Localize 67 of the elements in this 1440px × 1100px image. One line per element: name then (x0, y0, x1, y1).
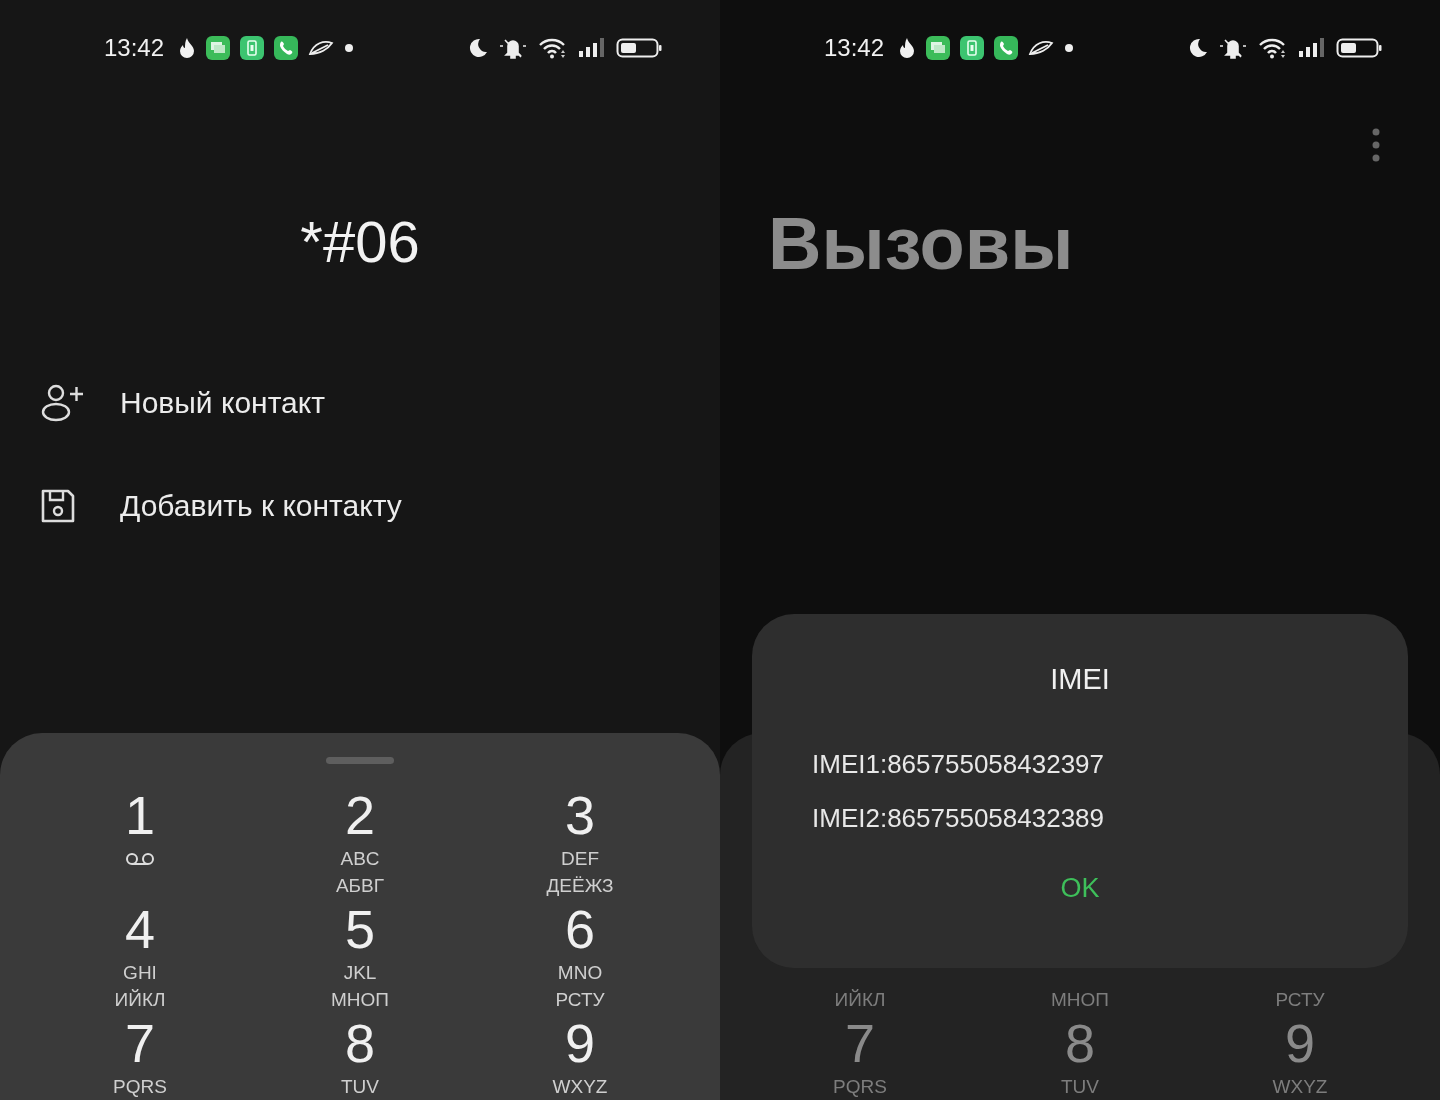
key-letters: DEF (561, 847, 599, 871)
battery-app-icon (960, 36, 985, 60)
key-letters: MNO (557, 961, 603, 985)
key-digit: 9 (1284, 1013, 1315, 1073)
key-letters: ABC (340, 847, 380, 871)
key-letters: ИЙКЛ (834, 988, 886, 1012)
clock-time: 13:42 (824, 34, 885, 62)
dialog-title: IMEI (1050, 662, 1110, 697)
moon-icon (1188, 38, 1208, 58)
wifi-icon (1258, 37, 1288, 59)
signal-icon (578, 37, 606, 59)
key-digit[interactable]: 2 (344, 785, 375, 845)
battery-icon (616, 37, 662, 59)
key-letters: TUV (341, 1075, 379, 1099)
battery-app-icon (240, 36, 265, 60)
notification-dot-icon (1064, 43, 1075, 53)
menu-item[interactable]: Новый контакт (0, 363, 335, 443)
phone-app-icon (274, 36, 299, 60)
clock-time: 13:42 (104, 34, 165, 62)
key-letters: WXYZ (1272, 1075, 1328, 1099)
ok-button[interactable]: OK (1048, 868, 1112, 908)
page-title: Вызовы (767, 201, 1074, 287)
wifi-icon (538, 37, 568, 59)
key-letters: TUV (1061, 1075, 1099, 1099)
battery-icon (1336, 37, 1382, 59)
flame-icon (178, 37, 197, 59)
key-letters: ДЕЁЖЗ (546, 874, 614, 898)
key-digit[interactable]: 1 (124, 785, 155, 845)
signal-icon (1298, 37, 1326, 59)
muted-bell-icon (498, 37, 528, 59)
key-letters: МНОП (1051, 988, 1109, 1012)
voicemail-icon (125, 851, 155, 866)
key-digit: 7 (844, 1013, 875, 1073)
menu-item[interactable]: Добавить к контакту (0, 466, 412, 546)
key-letters: РСТУ (555, 988, 605, 1012)
more-options-icon[interactable] (1370, 127, 1382, 163)
message-app-icon (206, 36, 231, 60)
key-letters: АБВГ (335, 874, 385, 898)
key-digit[interactable]: 6 (564, 899, 595, 959)
muted-bell-icon (1218, 37, 1248, 59)
key-letters: JKL (343, 961, 377, 985)
key-digit[interactable]: 7 (124, 1013, 155, 1073)
key-letters: WXYZ (552, 1075, 608, 1099)
flame-icon (898, 37, 917, 59)
add-person-icon (40, 383, 86, 423)
key-digit[interactable]: 5 (344, 899, 375, 959)
key-digit: 8 (1064, 1013, 1095, 1073)
key-letters: РСТУ (1275, 988, 1325, 1012)
imei-text: IMEI2:865755058432389 (812, 802, 1105, 835)
key-digit[interactable]: 8 (344, 1013, 375, 1073)
dialed-number: *#06 (300, 208, 420, 276)
imei-text: IMEI1:865755058432397 (812, 748, 1105, 781)
leaf-icon (1028, 39, 1055, 57)
moon-icon (468, 38, 488, 58)
key-letters: PQRS (113, 1075, 167, 1099)
leaf-icon (308, 39, 335, 57)
key-digit[interactable]: 9 (564, 1013, 595, 1073)
key-letters: PQRS (833, 1075, 887, 1099)
key-digit[interactable]: 3 (564, 785, 595, 845)
drag-handle[interactable] (326, 757, 394, 764)
notification-dot-icon (344, 43, 355, 53)
key-digit[interactable]: 4 (124, 899, 155, 959)
key-letters: ИЙКЛ (114, 988, 166, 1012)
key-letters: МНОП (331, 988, 389, 1012)
message-app-icon (926, 36, 951, 60)
phone-app-icon (994, 36, 1019, 60)
key-letters: GHI (123, 961, 157, 985)
